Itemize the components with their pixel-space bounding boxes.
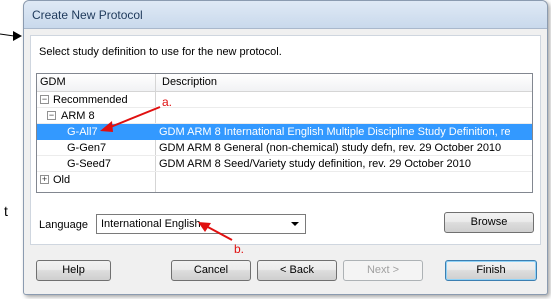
language-value: International English bbox=[101, 218, 201, 230]
tree-row-arm8[interactable]: − ARM 8 bbox=[37, 108, 532, 124]
row-gdm: G-Seed7 bbox=[67, 158, 112, 170]
tree-row-g-gen7[interactable]: G-Gen7 GDM ARM 8 General (non-chemical) … bbox=[37, 140, 532, 156]
language-select[interactable]: International English bbox=[96, 214, 306, 234]
row-gdm: G-All7 bbox=[67, 126, 98, 138]
prompt-text: Select study definition to use for the n… bbox=[39, 46, 282, 58]
row-description: GDM ARM 8 Seed/Variety study definition,… bbox=[159, 158, 472, 170]
annotation-a: a. bbox=[162, 95, 173, 109]
collapse-icon[interactable]: − bbox=[47, 111, 56, 120]
collapse-icon[interactable]: − bbox=[40, 95, 49, 104]
cancel-button[interactable]: Cancel bbox=[171, 260, 251, 281]
row-gdm: ARM 8 bbox=[61, 110, 95, 122]
tree-row-g-seed7[interactable]: G-Seed7 GDM ARM 8 Seed/Variety study def… bbox=[37, 156, 532, 172]
column-header-gdm[interactable]: GDM bbox=[40, 76, 66, 88]
chevron-down-icon bbox=[291, 222, 299, 226]
pointer-arrow-icon bbox=[0, 31, 22, 41]
expand-icon[interactable]: + bbox=[40, 175, 49, 184]
row-description: GDM ARM 8 General (non-chemical) study d… bbox=[159, 142, 502, 154]
study-definition-tree[interactable]: GDM Description − Recommended − ARM 8 G-… bbox=[36, 73, 533, 193]
row-gdm: Old bbox=[53, 174, 71, 186]
row-gdm: Recommended bbox=[53, 94, 128, 106]
help-button[interactable]: Help bbox=[36, 260, 111, 281]
dialog-title: Create New Protocol bbox=[24, 1, 547, 29]
finish-button[interactable]: Finish bbox=[445, 260, 537, 281]
cropped-text: t bbox=[4, 203, 8, 219]
column-header-description[interactable]: Description bbox=[162, 76, 217, 88]
table-header: GDM Description bbox=[37, 74, 532, 92]
browse-button[interactable]: Browse bbox=[444, 212, 534, 233]
row-gdm: G-Gen7 bbox=[67, 142, 107, 154]
tree-row-recommended[interactable]: − Recommended bbox=[37, 92, 532, 108]
tree-row-old[interactable]: + Old bbox=[37, 172, 532, 188]
language-label: Language bbox=[39, 219, 88, 231]
create-protocol-dialog: Create New Protocol Select study definit… bbox=[23, 0, 548, 295]
tree-row-g-all7[interactable]: G-All7 GDM ARM 8 International English M… bbox=[37, 124, 532, 140]
row-description: GDM ARM 8 International English Multiple… bbox=[159, 126, 511, 138]
content-panel: Select study definition to use for the n… bbox=[30, 35, 541, 245]
back-button[interactable]: < Back bbox=[257, 260, 337, 281]
next-button[interactable]: Next > bbox=[343, 260, 423, 281]
annotation-b: b. bbox=[234, 242, 245, 256]
